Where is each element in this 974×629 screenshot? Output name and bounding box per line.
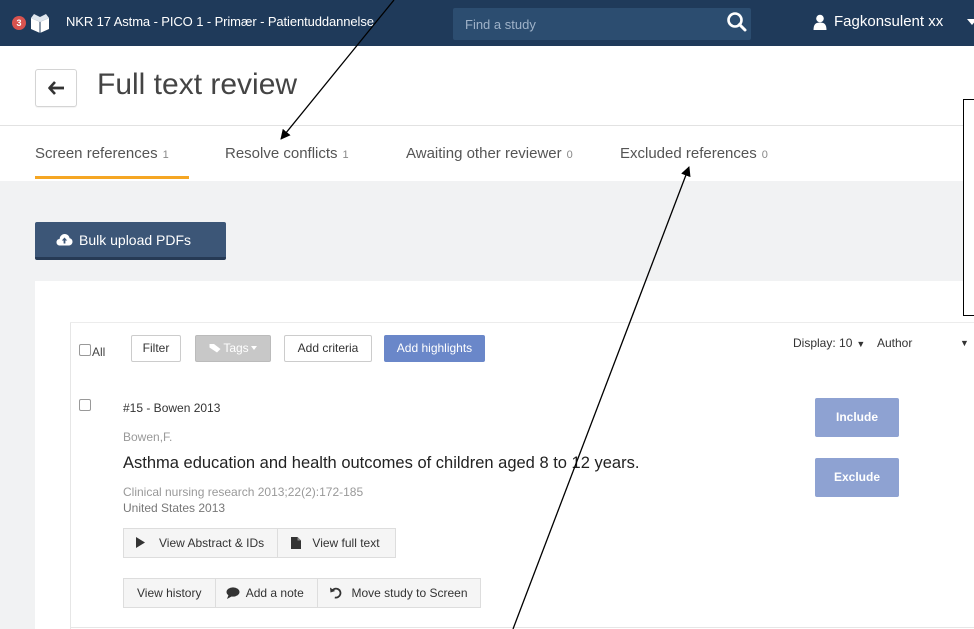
caret-down-icon: ▼ <box>960 338 969 348</box>
project-title[interactable]: NKR 17 Astma - PICO 1 - Primær - Patient… <box>66 14 374 29</box>
tab-resolve-conflicts[interactable]: Resolve conflicts 1 <box>225 145 349 162</box>
notification-badge[interactable]: 3 <box>12 16 26 30</box>
undo-icon <box>330 587 342 599</box>
sort-value: Author <box>877 336 913 350</box>
reference-title: Asthma education and health outcomes of … <box>123 454 640 472</box>
select-all-label: All <box>92 345 106 359</box>
caret-down-icon: ▼ <box>856 339 866 349</box>
tab-excluded-references[interactable]: Excluded references 0 <box>620 145 768 162</box>
page-title: Full text review <box>97 68 298 101</box>
bulk-upload-button[interactable]: Bulk upload PDFs <box>35 222 226 260</box>
tab-count: 1 <box>162 149 169 161</box>
reference-journal: Clinical nursing research 2013;22(2):172… <box>123 485 364 499</box>
add-highlights-button[interactable]: Add highlights <box>384 335 485 362</box>
tab-label: Screen references <box>35 145 158 162</box>
header-divider <box>0 125 963 126</box>
user-name: Fagkonsulent xx <box>834 13 944 30</box>
tab-awaiting-other-reviewer[interactable]: Awaiting other reviewer 0 <box>406 145 573 162</box>
toolbar-divider <box>70 322 974 323</box>
add-note-button[interactable]: Add a note <box>216 579 319 607</box>
view-full-text-button[interactable]: View full text <box>278 529 395 557</box>
add-note-label: Add a note <box>245 586 304 600</box>
arrow-left-icon <box>48 81 64 95</box>
exclude-button[interactable]: Exclude <box>815 458 899 497</box>
reference-country-year: United States 2013 <box>123 501 226 515</box>
tab-label: Awaiting other reviewer <box>406 145 562 162</box>
view-abstract-button[interactable]: View Abstract & IDs <box>124 529 279 557</box>
sort-select[interactable]: Author ▼ <box>877 336 974 350</box>
tab-count: 0 <box>761 149 768 161</box>
document-icon <box>291 537 302 549</box>
display-count-value: Display: 10 <box>793 336 853 350</box>
include-button[interactable]: Include <box>815 398 899 437</box>
tab-count: 0 <box>566 149 573 161</box>
box-logo-icon[interactable] <box>30 12 50 34</box>
reference-divider <box>70 627 974 628</box>
cloud-upload-icon <box>56 234 73 246</box>
reference-checkbox[interactable] <box>79 399 91 411</box>
display-count-select[interactable]: Display: 10 ▼ <box>793 336 865 350</box>
tab-count: 1 <box>342 149 349 161</box>
add-criteria-button[interactable]: Add criteria <box>284 335 372 362</box>
active-tab-indicator <box>35 176 189 179</box>
tab-label: Resolve conflicts <box>225 145 338 162</box>
bulk-upload-label: Bulk upload PDFs <box>79 232 192 248</box>
card-left-border <box>70 322 71 629</box>
callout-box <box>963 99 974 316</box>
top-navbar: 3 NKR 17 Astma - PICO 1 - Primær - Patie… <box>0 0 974 46</box>
tab-label: Excluded references <box>620 145 757 162</box>
chevron-down-icon <box>967 19 974 25</box>
view-history-button[interactable]: View history <box>124 579 216 607</box>
user-icon <box>813 14 827 30</box>
move-study-label: Move study to Screen <box>351 586 468 600</box>
tag-icon <box>209 344 221 353</box>
reference-id[interactable]: #15 - Bowen 2013 <box>123 401 220 415</box>
move-study-button[interactable]: Move study to Screen <box>318 579 480 607</box>
select-all-checkbox[interactable] <box>79 344 91 356</box>
reference-action-buttons: View history Add a note Move study to Sc… <box>123 578 481 608</box>
view-history-label: View history <box>137 586 202 600</box>
play-icon <box>136 537 145 548</box>
tab-screen-references[interactable]: Screen references 1 <box>35 145 169 162</box>
reference-author: Bowen,F. <box>123 430 173 444</box>
comment-icon <box>226 587 240 599</box>
filter-button[interactable]: Filter <box>131 335 181 362</box>
search-icon[interactable] <box>726 11 748 33</box>
reference-view-buttons: View Abstract & IDs View full text <box>123 528 396 558</box>
tags-dropdown[interactable]: Tags <box>195 335 271 362</box>
view-full-text-label: View full text <box>312 536 380 550</box>
search-box[interactable] <box>453 8 751 40</box>
back-button[interactable] <box>35 69 77 107</box>
tags-label: Tags <box>223 341 249 355</box>
search-input[interactable] <box>453 8 713 40</box>
view-abstract-label: View Abstract & IDs <box>159 536 265 550</box>
chevron-down-icon <box>250 346 257 350</box>
